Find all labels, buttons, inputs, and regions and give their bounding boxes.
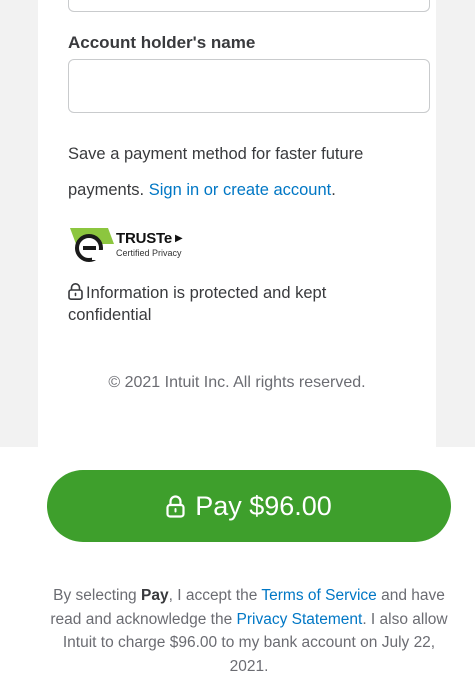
pay-button-label: Pay $96.00	[195, 490, 332, 521]
pay-button[interactable]: Pay $96.00	[47, 470, 451, 542]
lock-icon	[166, 494, 185, 518]
sign-in-link[interactable]: Sign in or create account	[149, 181, 332, 199]
legal-pay-bold: Pay	[141, 587, 169, 604]
privacy-statement-link[interactable]: Privacy Statement	[237, 611, 363, 628]
terms-of-service-link[interactable]: Terms of Service	[261, 587, 376, 604]
truste-brand: TRUSTe ▶	[116, 230, 183, 247]
truste-subtitle: Certified Privacy	[116, 248, 182, 258]
truste-badge[interactable]: TRUSTe ▶ Certified Privacy	[70, 226, 210, 264]
security-text: Information is protected and kept confid…	[68, 284, 327, 324]
truste-logo-icon	[70, 228, 114, 262]
account-holder-label: Account holder's name	[68, 33, 256, 52]
lock-icon	[68, 283, 83, 300]
legal-text-1: By selecting	[53, 587, 141, 604]
save-payment-text: Save a payment method for faster future …	[68, 136, 428, 208]
legal-disclaimer: By selecting Pay, I accept the Terms of …	[50, 584, 448, 678]
previous-input-field[interactable]	[68, 0, 430, 12]
security-notice: Information is protected and kept confid…	[68, 282, 408, 326]
account-holder-input[interactable]	[68, 59, 430, 113]
copyright-text: © 2021 Intuit Inc. All rights reserved.	[108, 374, 366, 391]
payment-form-card: Account holder's name Save a payment met…	[38, 0, 436, 447]
legal-text-2: , I accept the	[168, 587, 262, 604]
save-payment-period: .	[331, 181, 336, 199]
